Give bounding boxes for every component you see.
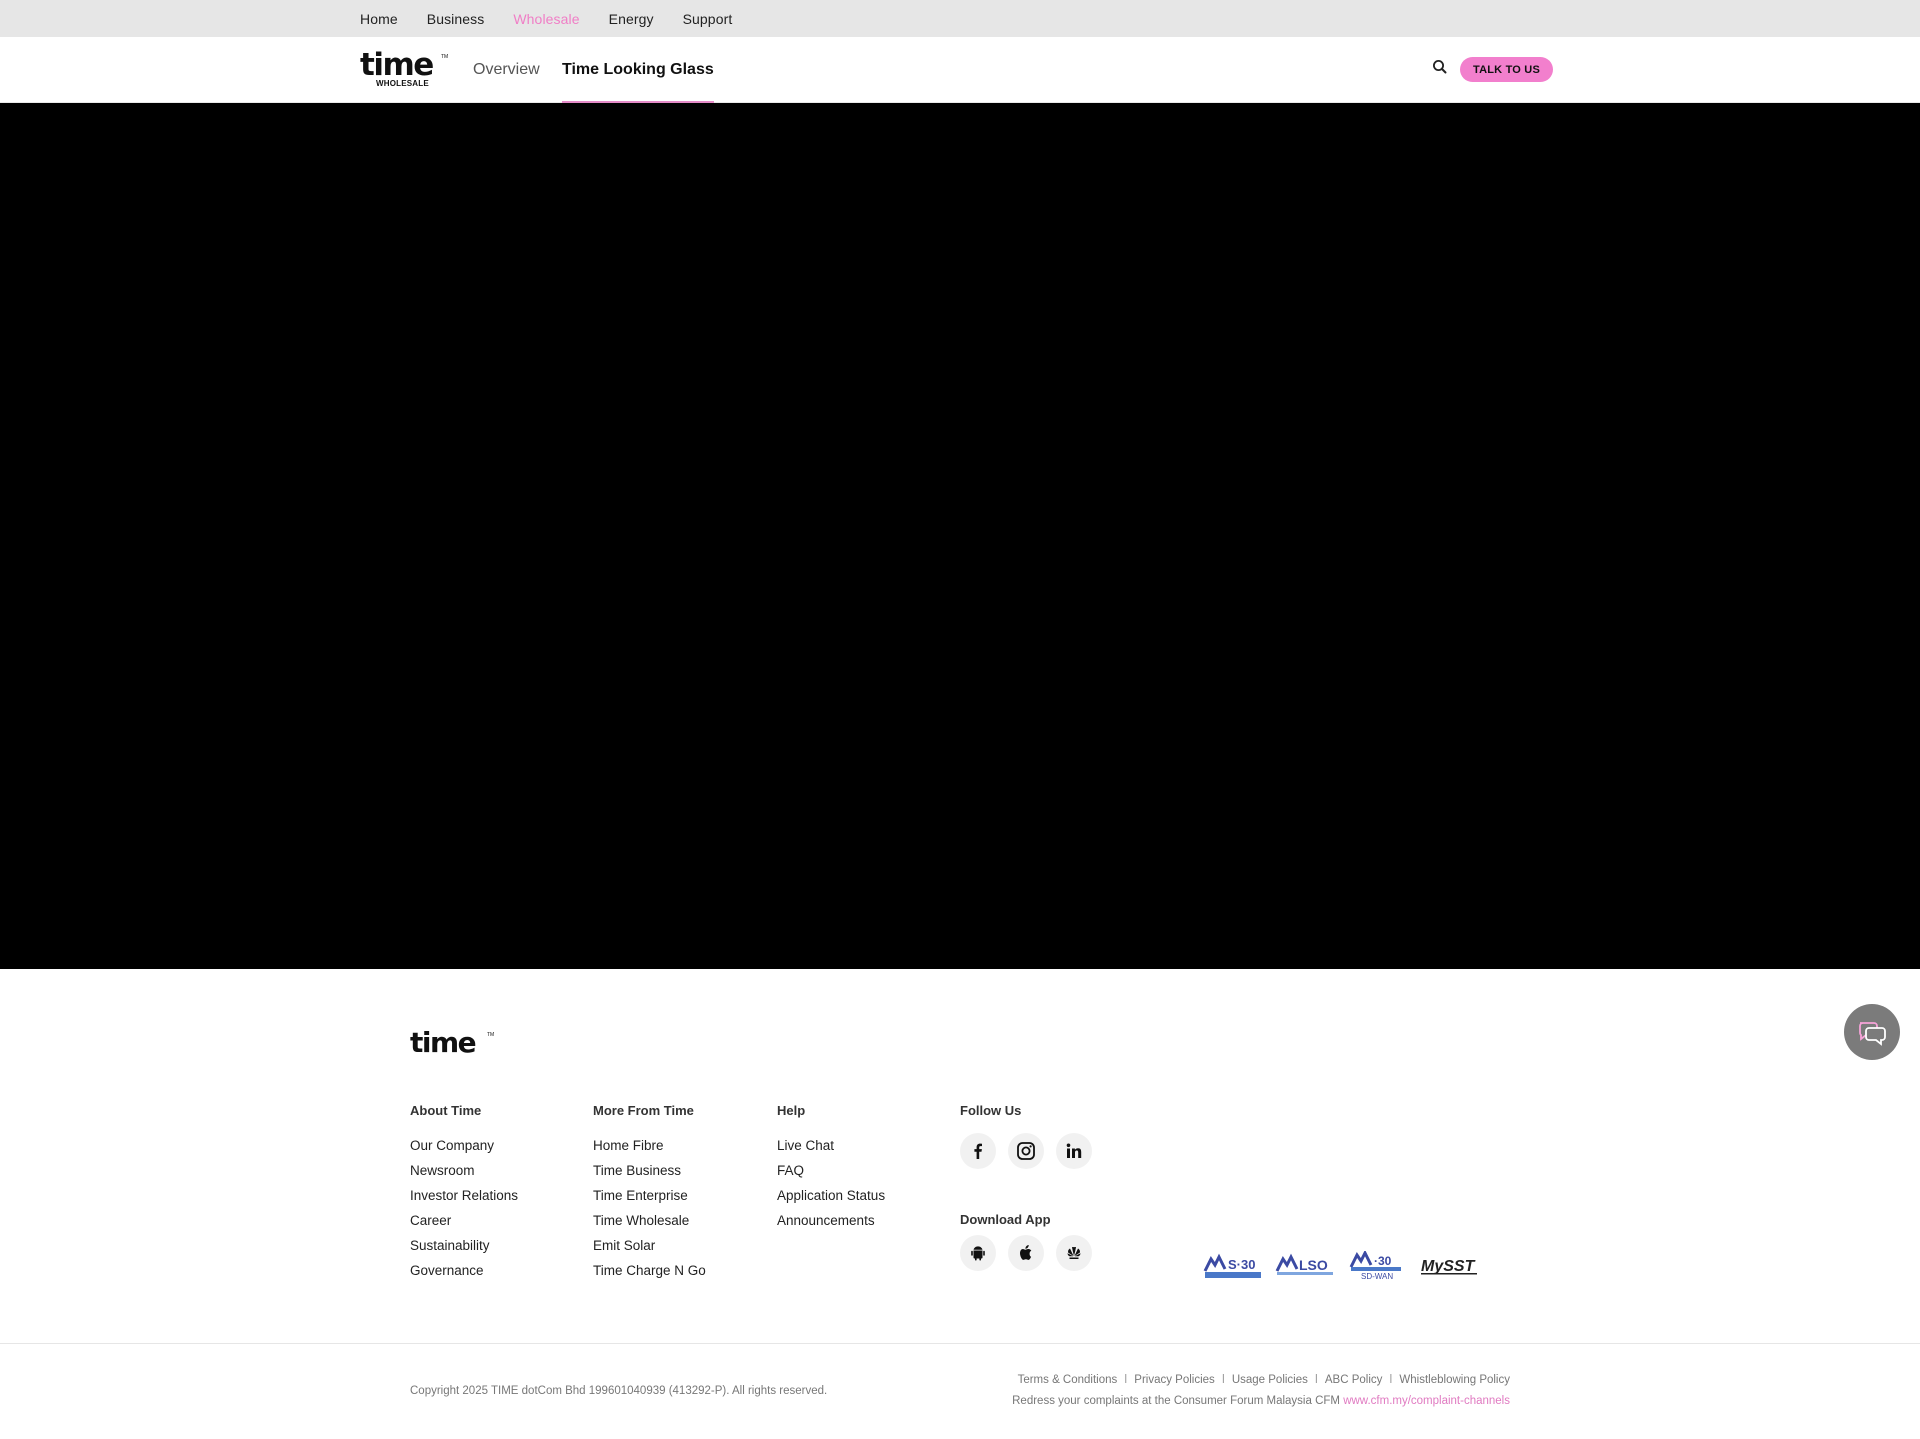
footer-link-home-fibre[interactable]: Home Fibre <box>593 1133 706 1158</box>
legal-separator: ǀ <box>1124 1374 1128 1386</box>
abc-policy-link[interactable]: ABC Policy <box>1325 1374 1383 1386</box>
whistleblowing-policy-link[interactable]: Whistleblowing Policy <box>1399 1374 1510 1386</box>
footer-divider <box>0 1343 1920 1344</box>
topnav-wholesale-link[interactable]: Wholesale <box>513 11 579 27</box>
live-chat-button[interactable] <box>1844 1004 1900 1060</box>
footer-column-more-from-time: More From Time Home Fibre Time Business … <box>593 1103 706 1283</box>
footer-link-sustainability[interactable]: Sustainability <box>410 1233 518 1258</box>
legal-separator: ǀ <box>1389 1374 1393 1386</box>
logo-trademark: TM <box>441 54 449 60</box>
legal-links: Terms & Conditions ǀ Privacy Policies ǀ … <box>1018 1374 1510 1386</box>
footer-link-application-status[interactable]: Application Status <box>777 1183 885 1208</box>
footer-link-faq[interactable]: FAQ <box>777 1158 885 1183</box>
app-download-links <box>960 1235 1092 1271</box>
android-app-link[interactable] <box>960 1235 996 1271</box>
search-icon <box>1433 60 1447 74</box>
topnav-support-link[interactable]: Support <box>683 11 733 27</box>
footer-link-investor-relations[interactable]: Investor Relations <box>410 1183 518 1208</box>
logo-subtitle: WHOLESALE <box>376 79 429 88</box>
footer-heading-download-app: Download App <box>960 1212 1051 1227</box>
mysst-badge: MySST <box>1421 1258 1477 1275</box>
footer-link-emit-solar[interactable]: Emit Solar <box>593 1233 706 1258</box>
footer-logo-wordmark: time <box>410 1026 477 1059</box>
cfm-complaint-link[interactable]: www.cfm.my/complaint-channels <box>1343 1395 1510 1407</box>
hero-banner <box>0 103 1920 969</box>
linkedin-link[interactable] <box>1056 1133 1092 1169</box>
footer-link-time-charge-n-go[interactable]: Time Charge N Go <box>593 1258 706 1283</box>
terms-conditions-link[interactable]: Terms & Conditions <box>1018 1374 1118 1386</box>
svg-text:SD-WAN: SD-WAN <box>1361 1272 1393 1281</box>
facebook-icon <box>974 1143 982 1159</box>
footer-link-announcements[interactable]: Announcements <box>777 1208 885 1233</box>
sdwan-certification-badge: ·30 SD-WAN <box>1349 1251 1401 1281</box>
footer-column-help: Help Live Chat FAQ Application Status An… <box>777 1103 885 1233</box>
linkedin-icon <box>1066 1143 1082 1158</box>
footer-heading-more-from-time: More From Time <box>593 1103 694 1118</box>
redress-text: Redress your complaints at the Consumer … <box>1012 1395 1340 1407</box>
footer-heading-about: About Time <box>410 1103 482 1118</box>
footer-heading-help: Help <box>777 1103 806 1118</box>
footer-time-logo[interactable]: time TM <box>410 1026 494 1059</box>
chat-bubbles-icon <box>1859 1022 1886 1046</box>
iso-9001-certification-badge: S·30 <box>1203 1253 1261 1278</box>
top-site-nav: Home Business Wholesale Energy Support <box>360 0 761 37</box>
search-button[interactable] <box>1429 56 1451 78</box>
footer-link-time-enterprise[interactable]: Time Enterprise <box>593 1183 706 1208</box>
time-wholesale-logo[interactable]: time TM WHOLESALE <box>360 47 448 89</box>
redress-notice: Redress your complaints at the Consumer … <box>1012 1395 1510 1407</box>
huawei-icon <box>1067 1247 1081 1259</box>
facebook-link[interactable] <box>960 1133 996 1169</box>
social-links <box>960 1133 1092 1169</box>
apple-app-link[interactable] <box>1008 1235 1044 1271</box>
logo-wordmark: time <box>360 47 434 83</box>
svg-text:·30: ·30 <box>1374 1254 1392 1268</box>
footer-column-about: About Time Our Company Newsroom Investor… <box>410 1103 518 1283</box>
iso-27001-certification-badge: LSO <box>1275 1253 1333 1275</box>
legal-separator: ǀ <box>1314 1374 1318 1386</box>
footer-link-time-business[interactable]: Time Business <box>593 1158 706 1183</box>
android-icon <box>971 1246 985 1261</box>
privacy-policies-link[interactable]: Privacy Policies <box>1134 1374 1215 1386</box>
apple-icon <box>1020 1245 1032 1260</box>
instagram-icon <box>1017 1142 1035 1160</box>
main-header: time TM WHOLESALE Overview Time Looking … <box>0 37 1920 104</box>
huawei-app-link[interactable] <box>1056 1235 1092 1271</box>
instagram-link[interactable] <box>1008 1133 1044 1169</box>
tab-time-looking-glass[interactable]: Time Looking Glass <box>562 37 714 104</box>
svg-text:LSO: LSO <box>1299 1257 1328 1273</box>
footer-link-governance[interactable]: Governance <box>410 1258 518 1283</box>
footer-column-follow-us: Follow Us <box>960 1103 1092 1169</box>
tab-overview[interactable]: Overview <box>473 37 540 103</box>
footer-link-live-chat[interactable]: Live Chat <box>777 1133 885 1158</box>
certification-logos: S·30 LSO ·30 SD-WAN MySST <box>1203 1251 1479 1281</box>
topnav-energy-link[interactable]: Energy <box>609 11 654 27</box>
svg-text:S·30: S·30 <box>1228 1257 1255 1272</box>
top-utility-bar: Home Business Wholesale Energy Support <box>0 0 1920 37</box>
footer-link-career[interactable]: Career <box>410 1208 518 1233</box>
footer-heading-follow-us: Follow Us <box>960 1103 1022 1118</box>
topnav-business-link[interactable]: Business <box>427 11 485 27</box>
footer-link-our-company[interactable]: Our Company <box>410 1133 518 1158</box>
topnav-home-link[interactable]: Home <box>360 11 398 27</box>
copyright-text: Copyright 2025 TIME dotCom Bhd 199601040… <box>410 1385 828 1397</box>
usage-policies-link[interactable]: Usage Policies <box>1232 1374 1308 1386</box>
legal-separator: ǀ <box>1221 1374 1225 1386</box>
svg-text:MySST: MySST <box>1421 1258 1476 1275</box>
footer-link-time-wholesale[interactable]: Time Wholesale <box>593 1208 706 1233</box>
footer-logo-trademark: TM <box>487 1032 495 1038</box>
footer-link-newsroom[interactable]: Newsroom <box>410 1158 518 1183</box>
talk-to-us-button[interactable]: TALK TO US <box>1460 57 1553 82</box>
